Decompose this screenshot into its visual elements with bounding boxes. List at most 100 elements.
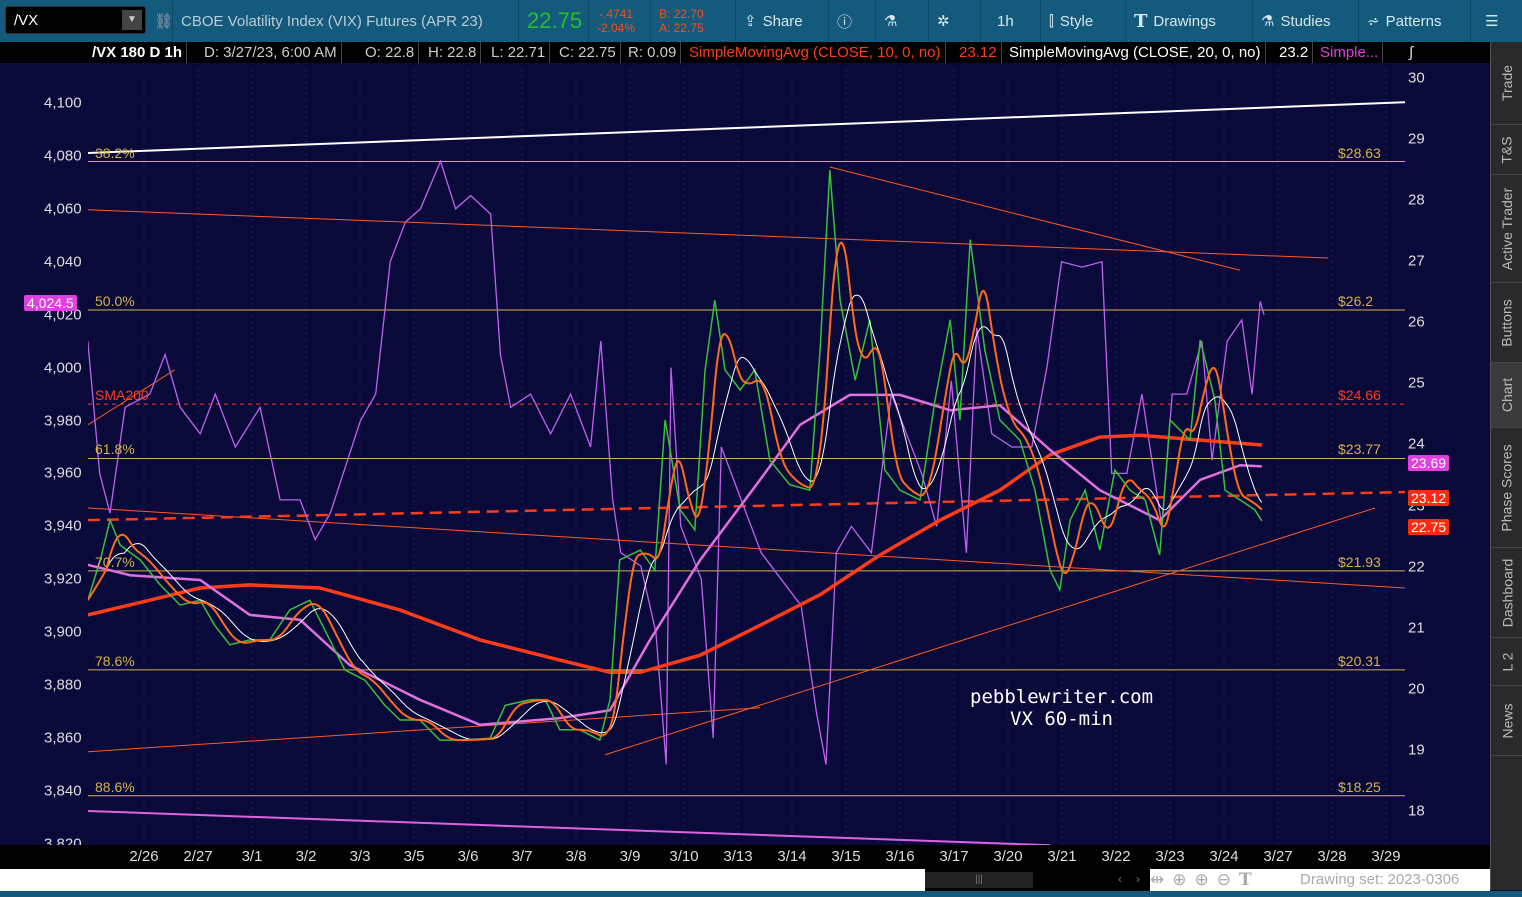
left-axis-tick: 3,880 <box>44 676 82 694</box>
sma10-label[interactable]: SimpleMovingAvg (CLOSE, 10, 0, no) <box>685 42 946 63</box>
fib-level-price: $26.2 <box>1338 292 1374 309</box>
fib-level-price: $20.31 <box>1338 652 1381 669</box>
price-badge: 23.12 <box>1408 490 1450 507</box>
scrollbar-thumb[interactable]: ||| <box>925 872 1033 888</box>
bar-close: C: 22.75 <box>555 42 621 63</box>
scroll-right-icon[interactable]: › <box>1136 872 1140 886</box>
crosshair-icon[interactable]: ⊕ <box>1172 870 1186 890</box>
chart-spec: /VX 180 D 1h <box>88 42 188 63</box>
flask-button[interactable]: ⚗ <box>875 0 905 42</box>
right-axis-tick: 18 <box>1408 802 1425 820</box>
ask-value: A: 22.75 <box>659 21 704 35</box>
chart-toolbar: /VX ▼ ⛓ CBOE Volatility Index (VIX) Futur… <box>0 0 1522 42</box>
style-button[interactable]: ⫿ Style <box>1040 0 1101 42</box>
timeframe-button[interactable]: 1h <box>980 0 1030 42</box>
x-axis-tick: 3/27 <box>1263 848 1293 865</box>
symbol-input[interactable]: /VX ▼ <box>5 6 146 34</box>
x-axis-tick: 3/8 <box>565 848 587 865</box>
fib-level-price: $21.93 <box>1338 553 1381 570</box>
x-axis-tick: 3/23 <box>1155 848 1185 865</box>
expand-icon[interactable]: ⇹ <box>1150 870 1164 890</box>
right-axis-tick: 21 <box>1408 619 1425 637</box>
sidebar-tab-l-2[interactable]: L 2 <box>1491 638 1522 686</box>
x-axis-tick: 3/29 <box>1371 848 1401 865</box>
text-icon[interactable]: T <box>1239 870 1252 890</box>
right-axis-tick: 26 <box>1408 313 1425 331</box>
x-axis-tick: 3/22 <box>1101 848 1131 865</box>
sidebar-tab-news[interactable]: News <box>1491 686 1522 756</box>
x-axis-tick: 3/24 <box>1209 848 1239 865</box>
sma20-label[interactable]: SimpleMovingAvg (CLOSE, 20, 0, no) <box>1005 42 1266 63</box>
share-label: Share <box>762 12 803 30</box>
right-axis-tick: 27 <box>1408 252 1425 270</box>
sidebar-tab-t-s[interactable]: T&S <box>1491 125 1522 175</box>
description-text: CBOE Volatility Index (VIX) Futures (APR… <box>181 12 483 30</box>
left-axis-tick: 3,900 <box>44 623 82 641</box>
sma20-value: 23.2 <box>1275 42 1314 63</box>
right-axis-tick: 25 <box>1408 374 1425 392</box>
bar-date: D: 3/27/23, 6:00 AM <box>200 42 342 63</box>
sidebar-tab-label: Phase Scores <box>1499 443 1516 532</box>
sidebar-tab-active-trader[interactable]: Active Trader <box>1491 175 1522 283</box>
watermark-caption: VX 60-min <box>1010 708 1113 730</box>
bar-high: H: 22.8 <box>424 42 482 63</box>
scroll-left-icon[interactable]: ‹ <box>1118 872 1122 886</box>
sidebar-tab-phase-scores[interactable]: Phase Scores <box>1491 428 1522 548</box>
sidebar-tab-buttons[interactable]: Buttons <box>1491 283 1522 363</box>
price-badge: 22.75 <box>1408 518 1450 535</box>
left-axis-tick: 4,060 <box>44 200 82 218</box>
price-chart[interactable] <box>0 63 1490 845</box>
sidebar-tab-label: Dashboard <box>1499 558 1515 627</box>
sma3-label[interactable]: Simple... <box>1316 42 1384 63</box>
net-change-value: -.4741 <box>599 7 634 21</box>
fib-level-pct: 50.0% <box>95 292 135 309</box>
studies-flask-icon: ⚗ <box>1261 13 1275 30</box>
x-axis-tick: 3/13 <box>723 848 753 865</box>
sma10-value: 23.12 <box>955 42 1002 63</box>
fib-level-pct: 61.8% <box>95 441 135 458</box>
sidebar-tab-chart[interactable]: Chart <box>1491 363 1522 428</box>
x-axis-tick: 3/20 <box>993 848 1023 865</box>
x-axis-tick: 3/7 <box>511 848 533 865</box>
sidebar-tab-dashboard[interactable]: Dashboard <box>1491 548 1522 638</box>
settings-button[interactable]: ✲ <box>928 0 958 42</box>
symbol-value: /VX <box>14 12 39 29</box>
share-icon: ⇪ <box>744 13 757 30</box>
patterns-icon: ⩫ <box>1367 13 1380 30</box>
share-button[interactable]: ⇪ Share <box>735 0 811 42</box>
x-axis-tick: 3/2 <box>295 848 317 865</box>
bar-range: R: 0.09 <box>624 42 682 63</box>
x-axis-tick: 2/27 <box>183 848 213 865</box>
patterns-label: Patterns <box>1385 12 1442 30</box>
horizontal-scrollbar[interactable]: ||| ‹ › <box>925 869 1150 891</box>
pct-change-value: -2.04% <box>597 21 636 35</box>
zoom-in-icon[interactable]: ⊕ <box>1195 870 1209 890</box>
studies-button[interactable]: ⚗ Studies <box>1252 0 1339 42</box>
drawing-set-selector[interactable]: Drawing set: 2023-0306 <box>1300 871 1459 888</box>
fib-level-pct: 88.6% <box>95 778 135 795</box>
x-axis-tick: 3/10 <box>669 848 699 865</box>
menu-button[interactable]: ☰ <box>1470 0 1512 42</box>
right-axis-tick: 22 <box>1408 558 1425 576</box>
sidebar-tab-trade[interactable]: Trade <box>1491 42 1522 125</box>
net-change: -.4741 -2.04% <box>588 0 643 42</box>
study-toggle-icon[interactable]: ∫ <box>1405 42 1417 63</box>
bottom-bar: ||| ‹ › ⇹ ⊕ ⊕ ⊖ T Drawing set: 2023-0306 <box>0 869 1490 891</box>
right-axis-tick: 29 <box>1408 130 1425 148</box>
bid-value: B: 22.70 <box>659 7 704 21</box>
chart-header: /VX 180 D 1h D: 3/27/23, 6:00 AM O: 22.8… <box>0 42 1522 63</box>
info-button[interactable]: ⓘ <box>828 0 860 42</box>
symbol-description: CBOE Volatility Index (VIX) Futures (APR… <box>172 0 491 42</box>
x-axis-tick: 3/28 <box>1317 848 1347 865</box>
x-axis-tick: 2/26 <box>129 848 159 865</box>
x-axis-tick: 3/14 <box>777 848 807 865</box>
left-axis-tick: 4,100 <box>44 94 82 112</box>
footer-bar <box>0 891 1522 897</box>
chevron-down-icon[interactable]: ▼ <box>122 10 142 30</box>
studies-label: Studies <box>1280 12 1331 30</box>
x-axis-tick: 3/16 <box>885 848 915 865</box>
drawings-button[interactable]: T Drawings <box>1125 0 1224 42</box>
zoom-out-icon[interactable]: ⊖ <box>1217 870 1231 890</box>
right-axis-tick: 20 <box>1408 680 1425 698</box>
patterns-button[interactable]: ⩫ Patterns <box>1358 0 1449 42</box>
